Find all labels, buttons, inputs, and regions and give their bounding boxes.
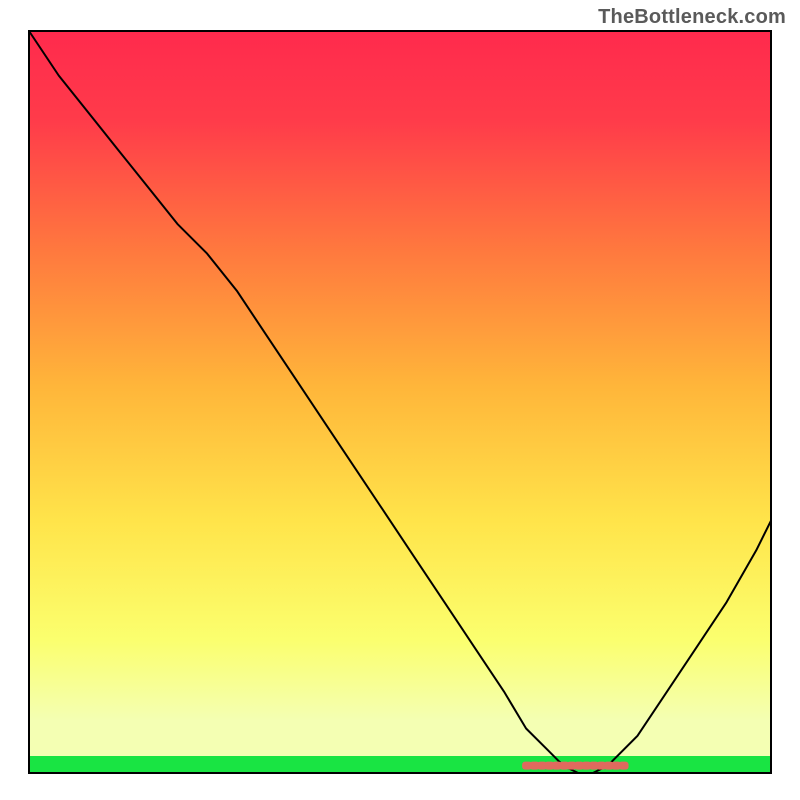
attribution-text: TheBottleneck.com (598, 6, 786, 29)
optimal-band (29, 756, 771, 773)
highlight-marker (619, 762, 629, 770)
gradient-background (29, 31, 771, 773)
chart-container: TheBottleneck.com (0, 0, 800, 800)
highlight-markers (522, 762, 629, 770)
chart-svg (28, 30, 772, 774)
